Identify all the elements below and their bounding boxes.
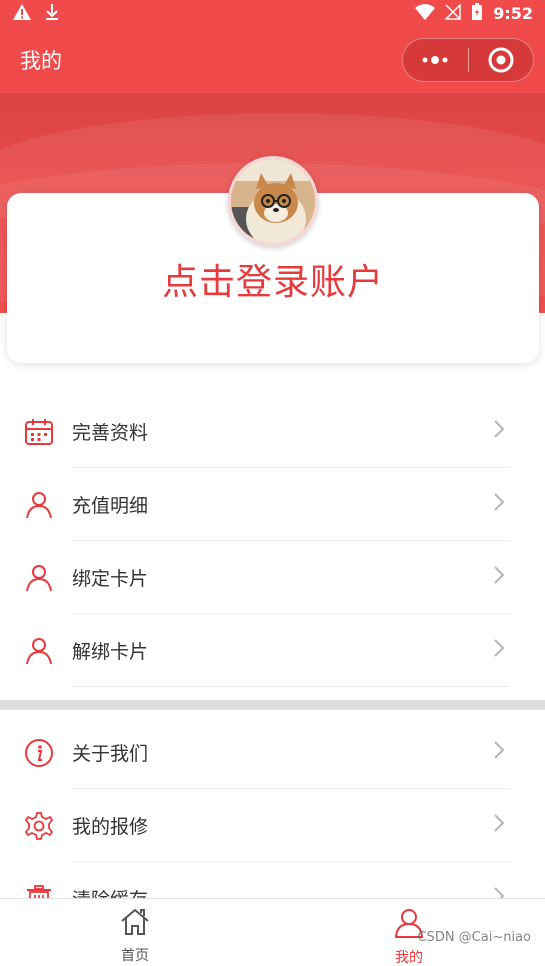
more-button[interactable] (403, 38, 468, 82)
calendar-icon (24, 417, 54, 447)
chevron-right-icon (493, 813, 505, 839)
download-icon (44, 3, 60, 25)
person-icon (24, 490, 54, 520)
battery-icon (471, 2, 483, 25)
warning-icon (12, 3, 32, 25)
menu-item-about-us[interactable]: 关于我们 (0, 716, 545, 789)
watermark: CSDN @Cai~niao (417, 930, 531, 945)
page-title: 我的 (20, 49, 62, 73)
tab-home[interactable]: 首页 (90, 907, 180, 965)
menu-item-label: 关于我们 (72, 743, 149, 765)
chevron-right-icon (493, 419, 505, 445)
section-divider (0, 700, 545, 710)
chevron-right-icon (493, 638, 505, 664)
menu-item-label: 充值明细 (72, 495, 149, 517)
person-icon (24, 563, 54, 593)
login-prompt[interactable]: 点击登录账户 (7, 253, 539, 305)
no-signal-icon (444, 2, 461, 24)
menu-item-recharge-details[interactable]: 充值明细 (0, 468, 545, 541)
avatar[interactable] (228, 156, 318, 246)
menu-divider (72, 686, 510, 687)
menu-item-my-repairs[interactable]: 我的报修 (0, 789, 545, 862)
tab-label: 首页 (121, 948, 149, 964)
info-icon (24, 738, 54, 768)
gear-icon (24, 811, 54, 841)
close-miniprogram-button[interactable] (469, 38, 534, 82)
menu-item-label: 我的报修 (72, 816, 149, 838)
chevron-right-icon (493, 492, 505, 518)
chevron-right-icon (493, 565, 505, 591)
menu-item-bind-card[interactable]: 绑定卡片 (0, 541, 545, 614)
menu-item-label: 绑定卡片 (72, 568, 149, 590)
status-bar: 9:52 (0, 0, 545, 27)
navigation-bar: 我的 (0, 27, 545, 93)
status-time: 9:52 (493, 4, 533, 23)
miniprogram-capsule (402, 38, 534, 82)
menu-item-label: 完善资料 (72, 422, 149, 444)
more-dots-icon (422, 56, 448, 64)
person-icon (24, 636, 54, 666)
target-icon (488, 47, 514, 73)
home-icon (119, 908, 151, 941)
menu-item-label: 解绑卡片 (72, 641, 149, 663)
menu-item-complete-profile[interactable]: 完善资料 (0, 395, 545, 468)
chevron-right-icon (493, 740, 505, 766)
tab-label: 我的 (395, 950, 423, 966)
menu-group-account: 完善资料 充值明细 绑定卡片 解绑卡片 (0, 395, 545, 687)
menu-item-unbind-card[interactable]: 解绑卡片 (0, 614, 545, 687)
wifi-icon (415, 3, 436, 24)
